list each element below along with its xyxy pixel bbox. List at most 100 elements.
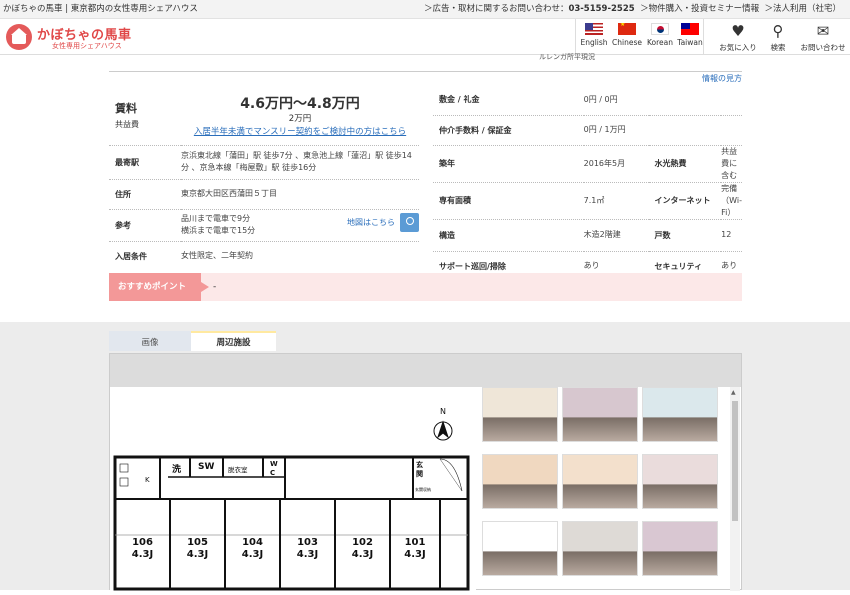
room-size: 4.3J — [186, 549, 209, 560]
language-switcher: English Chinese Korean Taiwan — [575, 19, 704, 55]
seminar-link[interactable]: ＞物件購入・投資セミナー情報 — [640, 4, 759, 14]
spec-table-right: 敷金 / 礼金 0円 / 0円 仲介手数料 / 保証金 0円 / 1万円 築年 … — [433, 85, 742, 281]
room-photo-thumbnail[interactable] — [642, 521, 718, 576]
scrollbar-thumb[interactable] — [732, 401, 738, 521]
fee-label: 共益費 — [115, 119, 139, 129]
toilet-label: W C — [270, 460, 278, 477]
room-102: 102 4.3J — [335, 537, 390, 561]
internet-value: 完備（Wi-Fi） — [721, 182, 742, 220]
room-size: 4.3J — [241, 549, 264, 560]
rent-values: 4.6万円〜4.8万円 2万円 入居半年未満でマンスリー契約をご検討中の方はこち… — [181, 85, 419, 146]
top-bar: かぼちゃの馬車 | 東京都内の女性専用シェアハウス ＞広告・取材に関するお問い合… — [0, 0, 850, 19]
room-photo-thumbnail[interactable] — [642, 387, 718, 442]
agency-fee-value: 0円 / 1万円 — [583, 115, 742, 146]
area-value: 7.1㎡ — [583, 182, 649, 220]
search-label: 検索 — [770, 43, 786, 52]
recommend-point-label: おすすめポイント — [109, 273, 209, 301]
room-number: 102 — [352, 537, 373, 548]
site-header: かぼちゃの馬車 女性専用シェアハウス English Chinese Korea… — [0, 19, 850, 55]
units-value: 12 — [721, 219, 742, 252]
cut-off-text: ルレンガ所平現況 — [539, 53, 595, 61]
room-number: 104 — [242, 537, 263, 548]
taiwan-flag-icon — [681, 23, 699, 35]
rent-price: 4.6万円〜4.8万円 — [240, 95, 360, 112]
room-number: 105 — [187, 537, 208, 548]
favorites-label: お気に入り — [719, 43, 757, 52]
dressing-room-label: 脱衣室 — [228, 466, 248, 474]
room-size: 4.3J — [296, 549, 319, 560]
site-tagline: かぼちゃの馬車 | 東京都内の女性専用シェアハウス — [3, 4, 198, 14]
kitchen-label: K — [145, 476, 150, 484]
shower-label: SW — [198, 462, 215, 472]
search-icon: ⚲ — [772, 22, 784, 40]
room-photo-thumbnail[interactable] — [562, 521, 638, 576]
scroll-up-arrow-icon[interactable]: ▲ — [731, 389, 736, 396]
common-fee: 2万円 — [288, 113, 312, 124]
lang-label: Taiwan — [677, 38, 703, 47]
heart-icon: ♥ — [731, 22, 745, 40]
lang-label: English — [580, 38, 608, 47]
room-photo-thumbnail[interactable] — [482, 521, 558, 576]
top-links: ＞広告・取材に関するお問い合わせ：03-5159-2525 ＞物件購入・投資セミ… — [424, 0, 841, 18]
phone-number[interactable]: 03-5159-2525 — [568, 4, 634, 14]
favorites-button[interactable]: ♥ お気に入り — [716, 23, 760, 53]
room-number: 106 — [132, 537, 153, 548]
built-value: 2016年5月 — [583, 145, 649, 183]
rent-cell: 賃料 共益費 — [109, 85, 181, 146]
room-photo-thumbnail[interactable] — [562, 454, 638, 509]
lang-korean[interactable]: Korean — [646, 23, 674, 47]
divider — [109, 71, 742, 72]
room-size: 4.3J — [131, 549, 154, 560]
room-photo-thumbnail[interactable] — [562, 387, 638, 442]
room-photo-thumbnail[interactable] — [482, 387, 558, 442]
area-label: 専有面積 — [433, 182, 584, 220]
lang-chinese[interactable]: Chinese — [610, 23, 644, 47]
room-photo-thumbnail[interactable] — [482, 454, 558, 509]
korea-flag-icon — [651, 23, 669, 35]
washroom-label: 洗 — [172, 465, 182, 475]
room-103: 103 4.3J — [280, 537, 335, 561]
search-button[interactable]: ⚲ 検索 — [764, 23, 792, 53]
lang-english[interactable]: English — [580, 23, 608, 47]
map-link[interactable]: 地図はこちら — [347, 218, 395, 227]
thumbnail-grid — [482, 387, 725, 591]
room-size: 4.3J — [351, 549, 374, 560]
tab-nearby[interactable]: 周辺施設 — [191, 331, 276, 351]
room-photo-thumbnail[interactable] — [642, 454, 718, 509]
structure-label: 構造 — [433, 219, 584, 252]
address-value: 東京都大田区西蒲田５丁目 — [181, 179, 419, 210]
map-pin-icon[interactable] — [400, 213, 419, 232]
room-104: 104 4.3J — [225, 537, 280, 561]
room-106: 106 4.3J — [115, 537, 170, 561]
rent-label: 賃料 — [115, 101, 137, 115]
utilities-value: 共益費に含む — [721, 145, 742, 183]
units-label: 戸数 — [648, 219, 722, 252]
info-guide-link[interactable]: 情報の見方 — [702, 73, 742, 84]
china-flag-icon — [618, 23, 636, 35]
lang-taiwan[interactable]: Taiwan — [676, 23, 704, 47]
room-105: 105 4.3J — [170, 537, 225, 561]
tab-images[interactable]: 画像 — [109, 331, 191, 351]
deposit-label: 敷金 / 礼金 — [433, 85, 584, 116]
corporate-link[interactable]: ＞法人利用（社宅） — [764, 4, 841, 14]
conditions-value: 女性限定、二年契約 — [181, 251, 253, 261]
address-label: 住所 — [109, 179, 181, 210]
us-flag-icon — [585, 23, 603, 35]
pumpkin-carriage-logo-icon[interactable] — [6, 24, 32, 50]
map-link-wrap[interactable]: 地図はこちら — [347, 213, 419, 232]
built-label: 築年 — [433, 145, 584, 183]
monthly-contract-link[interactable]: 入居半年未満でマンスリー契約をご検討中の方はこちら — [181, 125, 419, 137]
thumbnail-scrollbar[interactable]: ▲ — [730, 387, 740, 591]
north-label: N — [440, 407, 446, 416]
recommend-point-bar: おすすめポイント - — [109, 273, 742, 301]
entrance-label: 玄 関 — [416, 461, 423, 478]
envelope-icon: ✉ — [816, 22, 830, 40]
room-number: 101 — [404, 537, 426, 548]
agency-fee-label: 仲介手数料 / 保証金 — [433, 115, 584, 146]
room-number: 103 — [297, 537, 318, 548]
contact-button[interactable]: ✉ お問い合わせ — [798, 23, 848, 53]
internet-label: インターネット — [648, 182, 722, 220]
floor-plan-image[interactable]: N K 洗 SW 脱衣室 W C 玄 関 玄関収納 106 4.3J 105 4.3J… — [110, 387, 476, 591]
room-101: 101 4.3J — [390, 537, 440, 561]
ad-contact-label[interactable]: ＞広告・取材に関するお問い合わせ： — [424, 4, 569, 14]
